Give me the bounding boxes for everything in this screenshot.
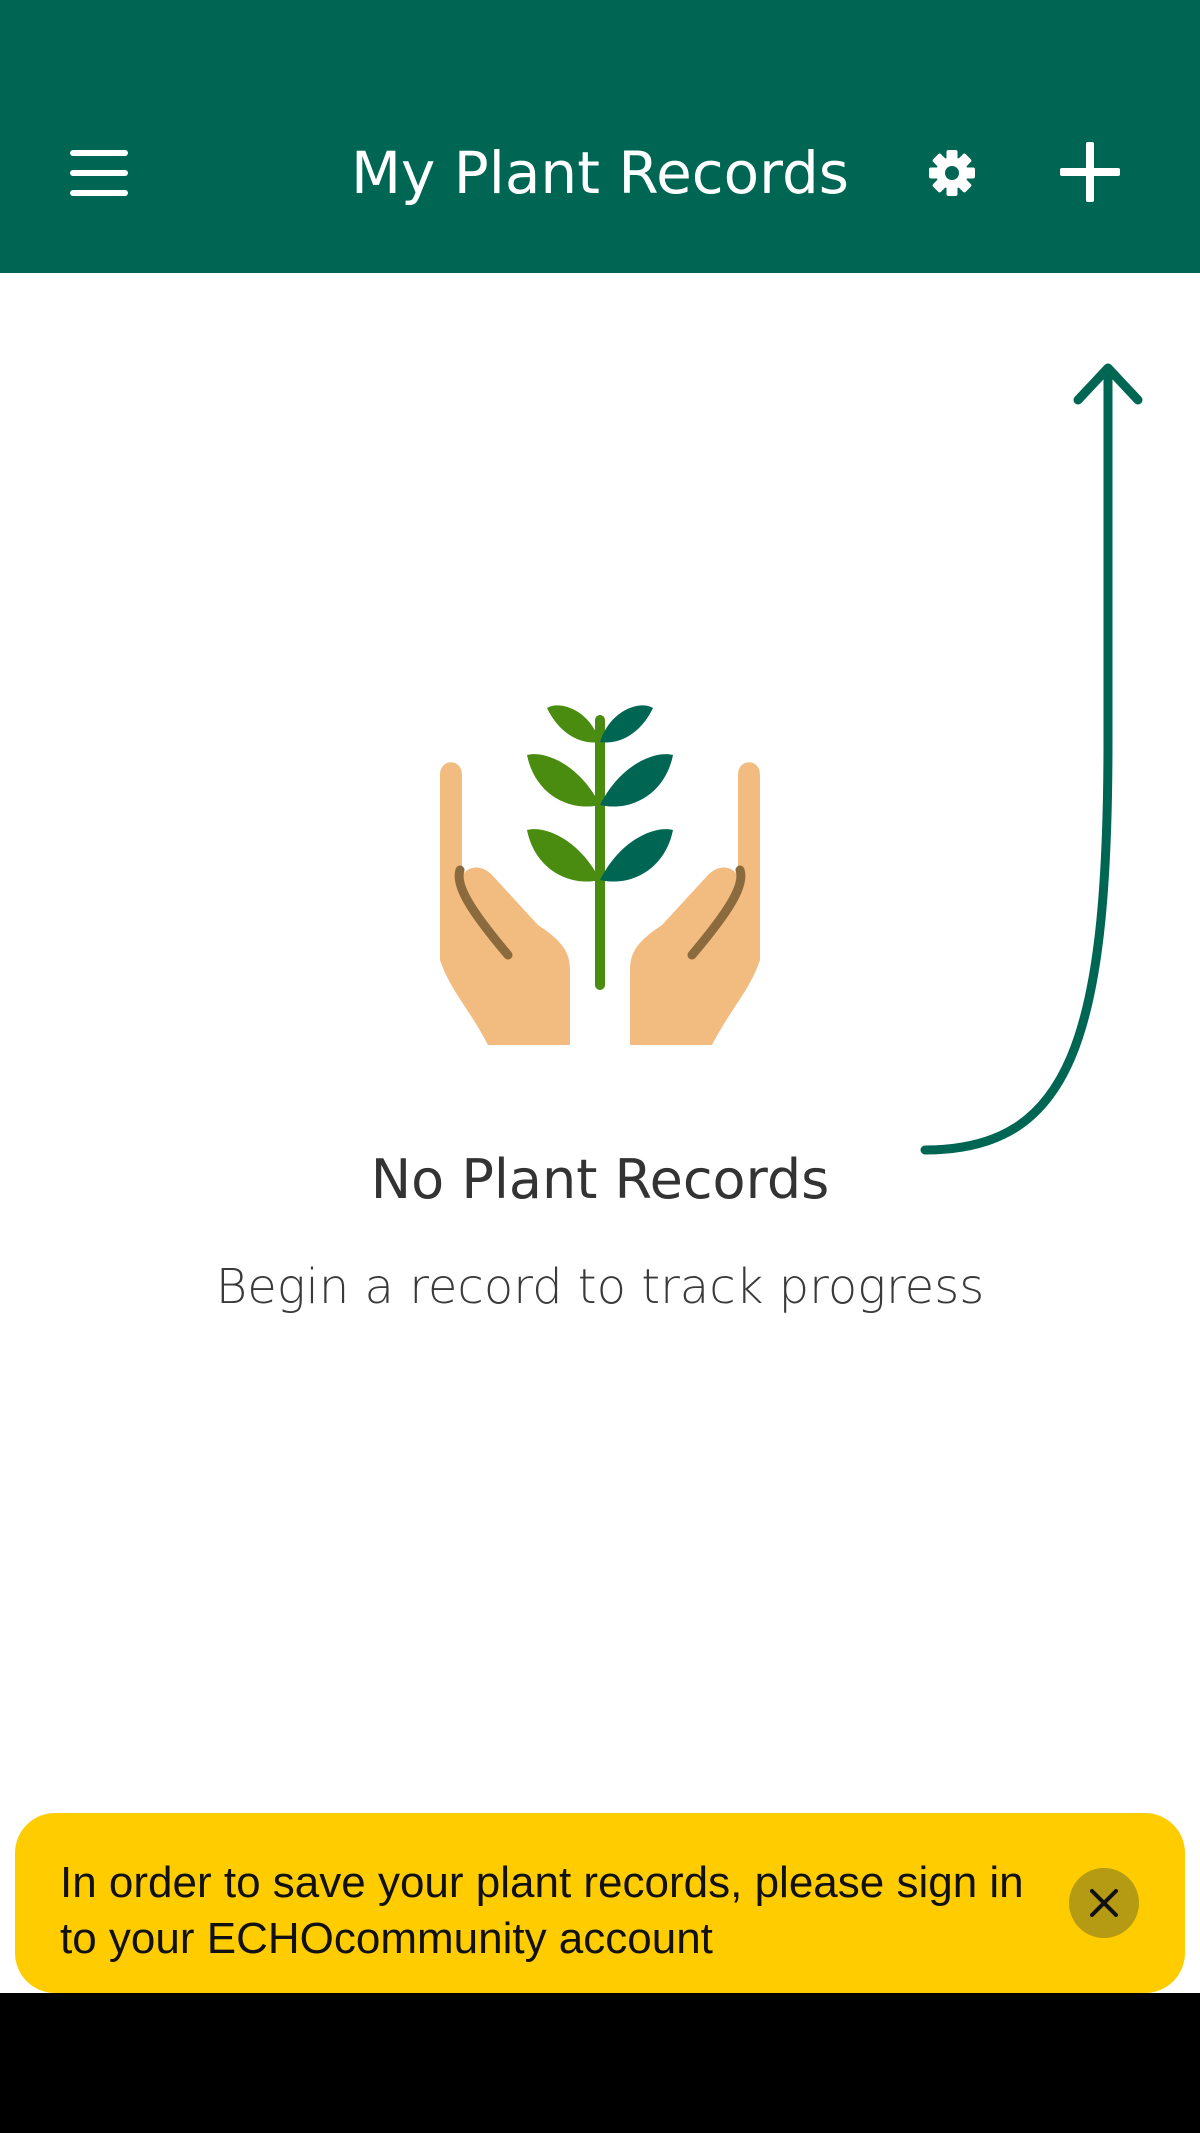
sign-in-banner[interactable]: In order to save your plant records, ple… xyxy=(15,1813,1185,1993)
sign-in-banner-message: In order to save your plant records, ple… xyxy=(60,1858,1024,1963)
add-record-button[interactable] xyxy=(1045,132,1135,212)
right-hand xyxy=(630,762,760,1045)
app-bar: My Plant Records xyxy=(0,0,1200,273)
plant-stem xyxy=(595,715,605,990)
leaf xyxy=(600,754,673,807)
empty-state-subtitle: Begin a record to track progress xyxy=(215,1259,985,1315)
empty-state-title: No Plant Records xyxy=(370,1148,830,1211)
leaf xyxy=(547,705,600,743)
left-hand xyxy=(440,762,570,1045)
banner-close-button[interactable] xyxy=(1069,1868,1139,1938)
leaf xyxy=(527,829,600,882)
settings-button[interactable] xyxy=(912,138,992,208)
curved-arrow-up-icon xyxy=(920,363,1143,1155)
page-title: My Plant Records xyxy=(351,139,849,207)
leaf xyxy=(600,705,653,743)
hands-holding-plant-illustration xyxy=(440,705,760,1045)
close-icon xyxy=(1090,1889,1118,1917)
menu-button[interactable] xyxy=(58,135,140,211)
system-navigation-bar xyxy=(0,1993,1200,2133)
hamburger-menu-icon xyxy=(70,150,128,196)
leaf xyxy=(527,754,600,807)
plus-icon xyxy=(1060,142,1120,202)
leaf xyxy=(600,829,673,882)
gear-icon xyxy=(929,150,975,196)
